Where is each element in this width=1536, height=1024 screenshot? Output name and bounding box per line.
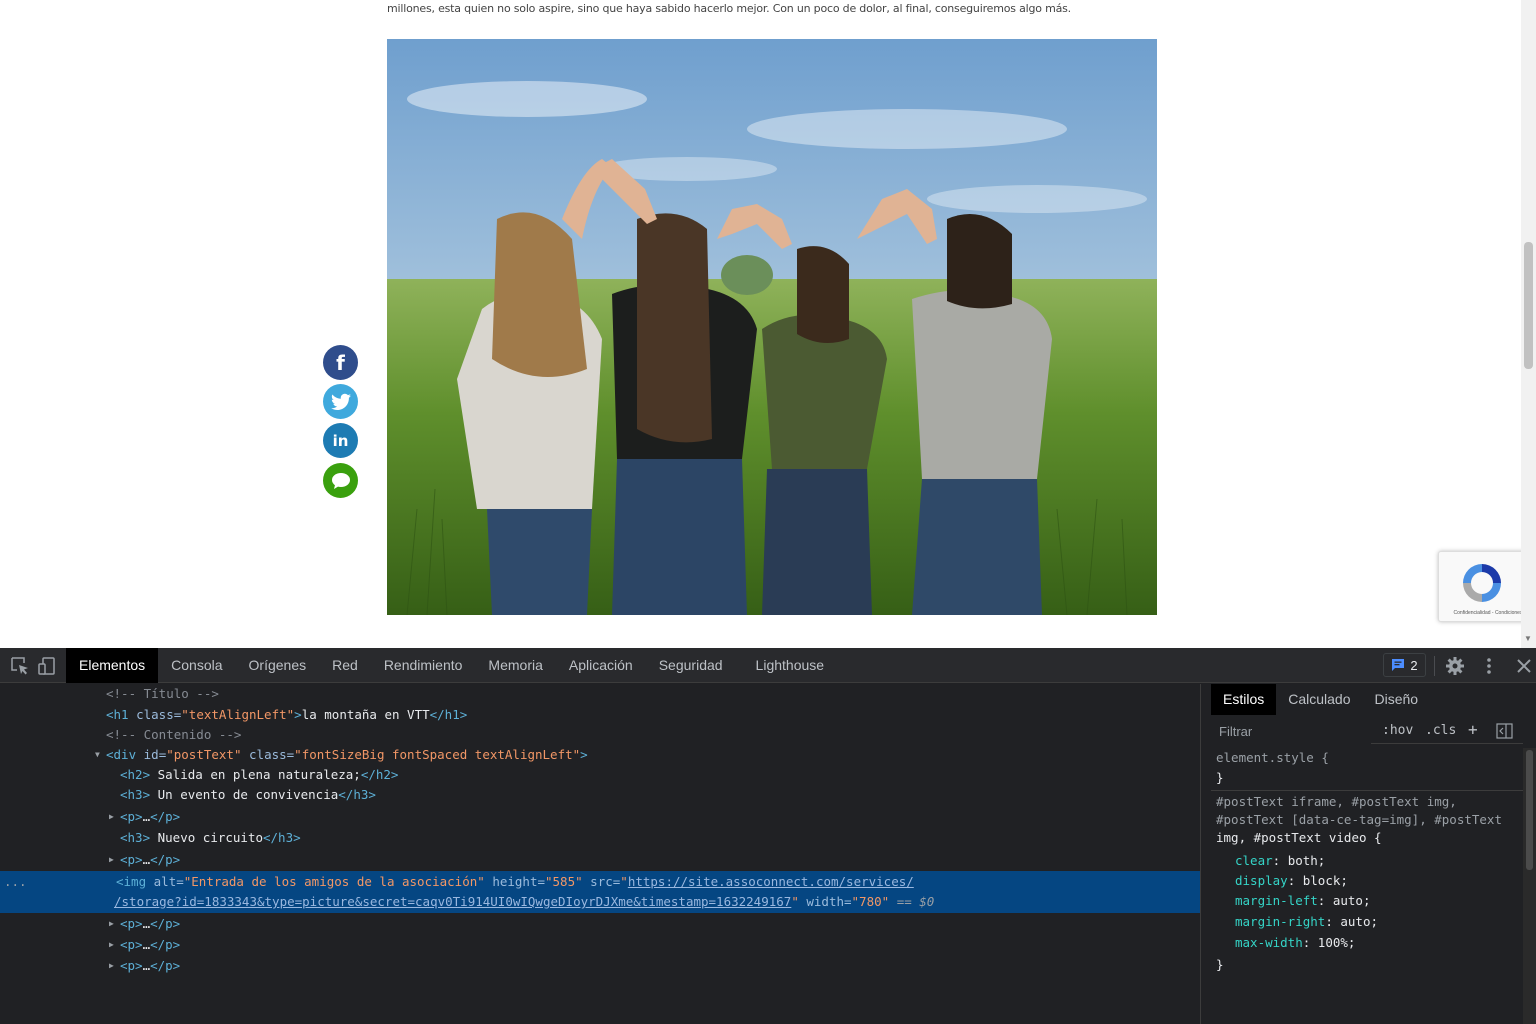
css-declaration[interactable]: margin-right: auto;	[1235, 912, 1378, 932]
tab-console[interactable]: Consola	[158, 648, 235, 683]
linkedin-share-button[interactable]: in	[323, 423, 358, 458]
collapse-triangle-icon[interactable]: ▶	[109, 850, 114, 870]
toggle-sidebar-icon[interactable]	[1496, 723, 1513, 739]
chat-share-button[interactable]	[323, 463, 358, 498]
dom-node-img-selected[interactable]: ... <img alt="Entrada de los amigos de l…	[0, 872, 1200, 892]
device-toolbar-icon[interactable]	[38, 656, 58, 676]
dom-node-div-posttext[interactable]: ▼ <div id="postText" class="fontSizeBig …	[0, 745, 1200, 765]
tab-network[interactable]: Red	[319, 648, 371, 683]
inspect-element-icon[interactable]	[10, 656, 30, 676]
dom-node-p-collapsed[interactable]: ▶ <p>…</p>	[0, 807, 1200, 827]
styles-pane: Estilos Calculado Diseño :hov .cls + ele…	[1211, 684, 1536, 1024]
speech-bubble-icon	[331, 472, 350, 489]
styles-scrollbar[interactable]	[1523, 748, 1536, 1024]
article-paragraph: millones, esta quien no solo aspire, sin…	[387, 2, 1071, 15]
facebook-share-button[interactable]: f	[323, 345, 358, 380]
page-scrollbar[interactable]: ▼	[1521, 0, 1536, 648]
scroll-down-arrow-icon[interactable]: ▼	[1524, 634, 1532, 643]
tab-layout[interactable]: Diseño	[1363, 684, 1431, 715]
more-options-icon[interactable]	[1479, 656, 1499, 676]
dom-comment-content[interactable]: <!-- Contenido -->	[0, 725, 1200, 745]
styles-filter-input[interactable]	[1211, 718, 1371, 744]
web-page-viewport: millones, esta quien no solo aspire, sin…	[0, 0, 1536, 628]
devtools-tabs: Elementos Consola Orígenes Red Rendimien…	[66, 648, 837, 683]
dom-node-p-collapsed[interactable]: ▶ <p>…</p>	[0, 914, 1200, 934]
img-src-link[interactable]: https://site.assoconnect.com/services/	[628, 874, 914, 889]
css-declaration[interactable]: margin-left: auto;	[1235, 891, 1371, 911]
panel-resizer[interactable]	[1200, 684, 1211, 1024]
tab-performance[interactable]: Rendimiento	[371, 648, 476, 683]
dom-node-p-collapsed[interactable]: ▶ <p>…</p>	[0, 850, 1200, 870]
tab-elements[interactable]: Elementos	[66, 648, 159, 683]
tab-lighthouse[interactable]: Lighthouse	[736, 648, 838, 683]
toolbar-separator	[1434, 656, 1435, 676]
element-style-selector[interactable]: element.style {	[1216, 748, 1329, 768]
collapse-triangle-icon[interactable]: ▶	[109, 807, 114, 827]
class-toggle[interactable]: .cls	[1425, 723, 1456, 738]
tab-styles[interactable]: Estilos	[1211, 684, 1277, 715]
message-icon	[1392, 659, 1405, 671]
tab-sources[interactable]: Orígenes	[236, 648, 320, 683]
rule-selector-line[interactable]: #postText [data-ce-tag=img], #postText	[1216, 810, 1502, 830]
issues-counter-button[interactable]: 2	[1383, 653, 1426, 677]
collapse-triangle-icon[interactable]: ▶	[109, 935, 114, 955]
facebook-icon: f	[336, 350, 345, 375]
tab-security[interactable]: Seguridad	[646, 648, 736, 683]
tab-computed[interactable]: Calculado	[1276, 684, 1362, 715]
rule-selector-line[interactable]: #postText iframe, #postText img,	[1216, 792, 1457, 812]
css-declaration[interactable]: display: block;	[1235, 871, 1348, 891]
gutter-ellipsis[interactable]: ...	[4, 872, 27, 892]
collapse-triangle-icon[interactable]: ▶	[109, 914, 114, 934]
recaptcha-icon	[1463, 564, 1501, 602]
dom-comment-title[interactable]: <!-- Título -->	[0, 684, 1200, 704]
img-src-link[interactable]: /storage?id=1833343&type=picture&secret=…	[114, 894, 791, 909]
dom-node-img-selected-cont[interactable]: /storage?id=1833343&type=picture&secret=…	[0, 892, 1200, 912]
styles-tabs: Estilos Calculado Diseño	[1211, 684, 1430, 715]
scrollbar-thumb[interactable]	[1524, 242, 1533, 369]
twitter-share-button[interactable]	[323, 384, 358, 419]
article-photo	[387, 39, 1157, 615]
dom-node-p-collapsed[interactable]: ▶ <p>…</p>	[0, 935, 1200, 955]
collapse-triangle-icon[interactable]: ▶	[109, 956, 114, 976]
styles-scrollbar-thumb[interactable]	[1526, 750, 1533, 870]
issues-count: 2	[1410, 657, 1418, 673]
new-rule-button[interactable]: +	[1468, 720, 1478, 739]
rule-separator	[1211, 790, 1523, 791]
dom-node-p-collapsed[interactable]: ▶ <p>…</p>	[0, 956, 1200, 976]
rule-close-brace: }	[1216, 957, 1224, 972]
devtools-panel: Elementos Consola Orígenes Red Rendimien…	[0, 648, 1536, 1024]
linkedin-icon: in	[332, 431, 349, 450]
tab-application[interactable]: Aplicación	[556, 648, 646, 683]
hover-state-toggle[interactable]: :hov	[1382, 723, 1413, 738]
close-icon[interactable]	[1514, 656, 1534, 676]
rule-close-brace: }	[1216, 770, 1224, 785]
browser-window: millones, esta quien no solo aspire, sin…	[0, 0, 1536, 1024]
dom-tree: <!-- Título --> <h1 class="textAlignLeft…	[0, 684, 1200, 1024]
expand-triangle-icon[interactable]: ▼	[95, 745, 100, 765]
tab-memory[interactable]: Memoria	[475, 648, 555, 683]
dom-node-h3[interactable]: <h3> Un evento de convivencia</h3>	[0, 785, 1200, 805]
styles-filter-bar: :hov .cls +	[1211, 718, 1523, 744]
css-declaration[interactable]: max-width: 100%;	[1235, 933, 1355, 953]
twitter-bird-icon	[330, 393, 351, 410]
rule-selector-line[interactable]: img, #postText video {	[1216, 828, 1382, 848]
dom-node-h2[interactable]: <h2> Salida en plena naturaleza;</h2>	[0, 765, 1200, 785]
devtools-tabbar: Elementos Consola Orígenes Red Rendimien…	[0, 648, 1536, 683]
dom-node-h3[interactable]: <h3> Nuevo circuito</h3>	[0, 828, 1200, 848]
gear-icon[interactable]	[1445, 656, 1465, 676]
dom-node-h1[interactable]: <h1 class="textAlignLeft">la montaña en …	[0, 705, 1200, 725]
css-declaration[interactable]: clear: both;	[1235, 851, 1325, 871]
recaptcha-terms[interactable]: Confidencialidad - Condiciones	[1443, 610, 1533, 616]
